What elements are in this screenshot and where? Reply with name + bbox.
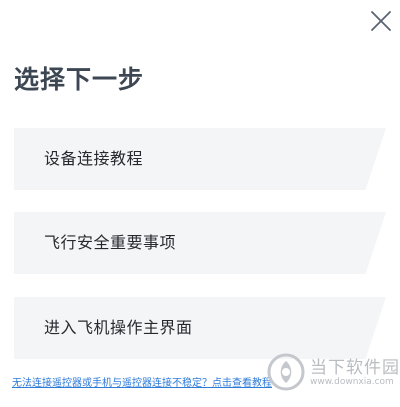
option-label: 设备连接教程: [44, 149, 144, 168]
select-next-step-dialog: 选择下一步 设备连接教程 飞行安全重要事项 进入飞机操作主界面 无法连接遥控器或…: [0, 0, 400, 407]
option-label: 进入飞机操作主界面: [44, 318, 193, 337]
close-button[interactable]: [368, 8, 394, 34]
option-enter-main-interface[interactable]: 进入飞机操作主界面: [14, 297, 386, 359]
option-flight-safety-notes[interactable]: 飞行安全重要事项: [14, 212, 386, 274]
option-device-connection-tutorial[interactable]: 设备连接教程: [14, 128, 386, 190]
close-icon: [371, 11, 391, 31]
option-label: 飞行安全重要事项: [44, 233, 177, 252]
watermark-url: www.downxia.com: [310, 377, 394, 387]
connection-help-link[interactable]: 无法连接遥控器或手机与遥控器连接不稳定？点击查看教程: [12, 374, 272, 389]
page-title: 选择下一步: [14, 65, 145, 94]
